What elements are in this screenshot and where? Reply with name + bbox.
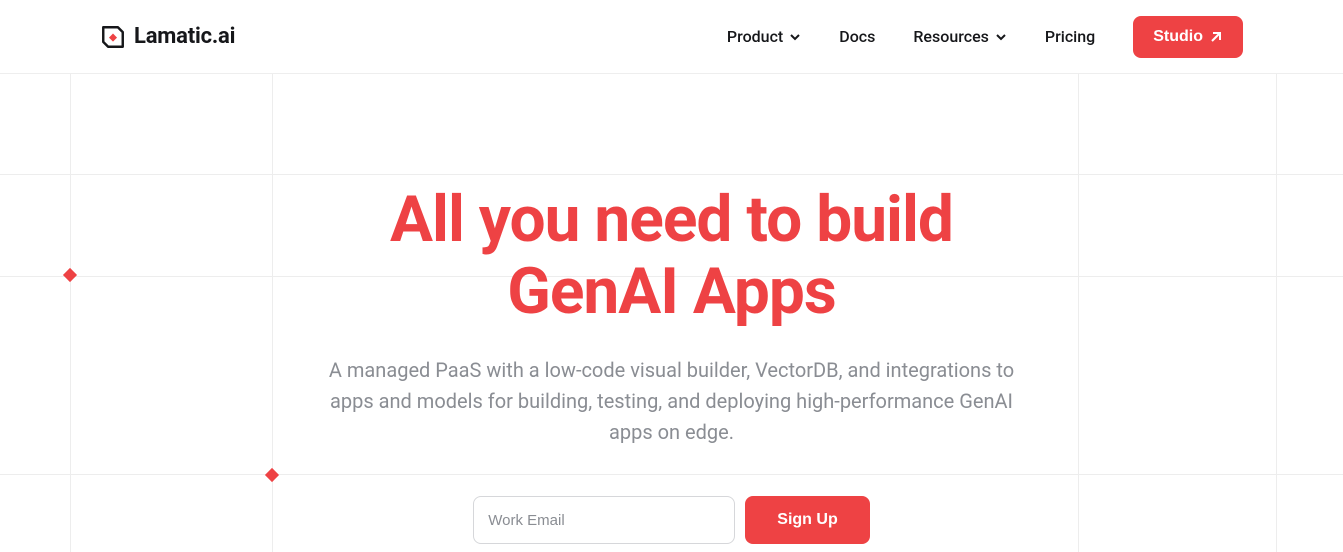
nav-label: Product [727,27,783,46]
headline-line2: GenAI Apps [507,254,836,329]
signup-form: Sign Up [0,496,1343,544]
chevron-down-icon [789,31,801,43]
logo-icon [100,24,126,50]
main-nav: Lamatic.ai Product Docs Resources Pricin… [0,0,1343,74]
brand-logo[interactable]: Lamatic.ai [100,24,235,50]
nav-label: Pricing [1045,27,1095,46]
studio-label: Studio [1153,28,1203,46]
nav-label: Docs [839,27,875,46]
nav-docs[interactable]: Docs [839,27,875,46]
nav-pricing[interactable]: Pricing [1045,27,1095,46]
signup-button[interactable]: Sign Up [745,496,869,544]
brand-name: Lamatic.ai [134,24,235,49]
nav-resources[interactable]: Resources [913,27,1007,46]
studio-button[interactable]: Studio [1133,16,1243,58]
headline-line1: All you need to build [390,182,953,257]
hero-section: All you need to build GenAI Apps A manag… [0,74,1343,544]
nav-product[interactable]: Product [727,27,801,46]
hero-subhead: A managed PaaS with a low-code visual bu… [312,355,1032,448]
arrow-up-right-icon [1209,30,1223,44]
email-field[interactable] [473,496,735,544]
chevron-down-icon [995,31,1007,43]
hero-headline: All you need to build GenAI Apps [0,184,1343,327]
nav-label: Resources [913,27,989,46]
nav-links: Product Docs Resources Pricing Studio [727,16,1243,58]
